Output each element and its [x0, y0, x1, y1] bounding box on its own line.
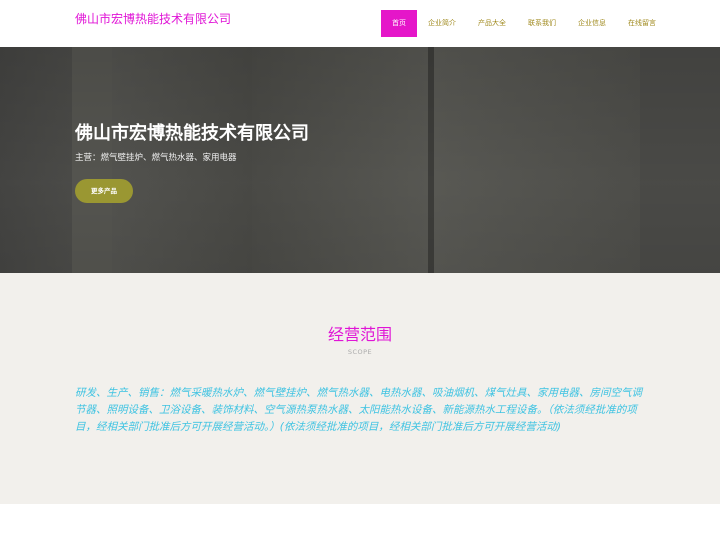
site-header: 佛山市宏博热能技术有限公司 首页 企业简介 产品大全 联系我们 企业信息 在线留… — [0, 0, 720, 47]
section-subtitle: SCOPE — [347, 348, 373, 356]
site-logo-text[interactable]: 佛山市宏博热能技术有限公司 — [75, 10, 231, 27]
nav-item-about[interactable]: 企业简介 — [417, 10, 467, 37]
hero-title: 佛山市宏博热能技术有限公司 — [75, 123, 309, 144]
business-scope-section: 经营范围 SCOPE 研发、生产、销售：燃气采暖热水炉、燃气壁挂炉、燃气热水器、… — [0, 273, 720, 504]
nav-item-contact[interactable]: 联系我们 — [517, 10, 567, 37]
hero-subtitle: 主营：燃气壁挂炉、燃气热水器、家用电器 — [75, 153, 237, 163]
more-products-button[interactable]: 更多产品 — [75, 179, 133, 203]
nav-item-home[interactable]: 首页 — [381, 10, 417, 37]
nav-item-company-info[interactable]: 企业信息 — [567, 10, 617, 37]
business-scope-text: 研发、生产、销售：燃气采暖热水炉、燃气壁挂炉、燃气热水器、电热水器、吸油烟机、煤… — [75, 387, 642, 433]
section-title: 经营范围 — [327, 325, 392, 344]
nav-item-products[interactable]: 产品大全 — [467, 10, 517, 37]
main-nav: 首页 企业简介 产品大全 联系我们 企业信息 在线留言 — [381, 10, 667, 37]
hero-banner: 佛山市宏博热能技术有限公司 主营：燃气壁挂炉、燃气热水器、家用电器 更多产品 — [0, 47, 720, 273]
nav-item-message[interactable]: 在线留言 — [617, 10, 667, 37]
